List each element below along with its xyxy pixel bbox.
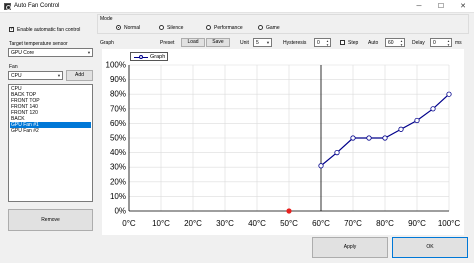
- hysteresis-value: 0: [317, 40, 320, 46]
- fan-curve-point[interactable]: [382, 135, 388, 141]
- x-tick-label: 90°C: [408, 219, 426, 228]
- target-sensor-label: Target temperature sensor: [9, 41, 68, 47]
- mode-radio-silence[interactable]: [159, 25, 164, 30]
- delay-value: 0: [433, 40, 436, 46]
- mode-radio-label: Game: [266, 25, 280, 31]
- fan-curve-point[interactable]: [430, 106, 436, 112]
- hysteresis-stepper[interactable]: 0 ▲ ▼: [314, 38, 331, 47]
- auto-label: Auto: [368, 40, 379, 46]
- y-tick-label: 10%: [110, 192, 126, 201]
- auto-stepper[interactable]: 60 ▲ ▼: [385, 38, 405, 47]
- fan-curve-point[interactable]: [334, 150, 340, 156]
- fan-curve-chart-area[interactable]: 0% 10% 20% 30% 40% 50% 60% 70% 80% 90% 100% 0°C 10°C…: [102, 49, 464, 235]
- ok-button[interactable]: OK: [392, 237, 468, 258]
- unit-dropdown[interactable]: 5 ▼: [253, 38, 272, 47]
- fan-curve-point[interactable]: [366, 135, 372, 141]
- y-tick-label: 0%: [114, 207, 126, 216]
- y-tick-label: 30%: [110, 163, 126, 172]
- preset-label: Preset: [160, 40, 175, 46]
- legend-marker-swatch: [139, 55, 143, 59]
- chevron-down-icon: ▼: [87, 50, 91, 55]
- fan-select-value: CPU: [11, 73, 22, 79]
- fan-select-dropdown[interactable]: CPU ▼: [8, 71, 63, 80]
- y-tick-label: 80%: [110, 90, 126, 99]
- auto-value: 60: [388, 40, 394, 46]
- chevron-down-icon: ▼: [266, 40, 270, 45]
- enable-auto-control-checkbox[interactable]: [9, 26, 14, 33]
- chart-legend: Graph: [130, 52, 168, 61]
- mode-radio-performance[interactable]: [206, 25, 211, 30]
- fan-curve-point[interactable]: [350, 135, 356, 141]
- x-tick-label: 30°C: [216, 219, 234, 228]
- add-fan-button[interactable]: Add: [66, 70, 93, 81]
- mode-radio-label: Performance: [214, 25, 243, 31]
- maximize-icon[interactable]: ☐: [430, 0, 452, 13]
- enable-auto-control-label: Enable automatic fan control: [17, 27, 81, 33]
- y-tick-label: 70%: [110, 104, 126, 113]
- mode-radio-game[interactable]: [258, 25, 263, 30]
- delay-unit-label: ms: [455, 40, 462, 46]
- mode-radio-label: Silence: [167, 25, 184, 31]
- apply-button[interactable]: Apply: [312, 237, 388, 258]
- y-tick-label: 40%: [110, 148, 126, 157]
- y-tick-label: 20%: [110, 177, 126, 186]
- fan-curve-point[interactable]: [414, 117, 420, 124]
- legend-label: Graph: [150, 54, 166, 60]
- window-title: Auto Fan Control: [14, 3, 60, 9]
- fan-curve-chart[interactable]: 0% 10% 20% 30% 40% 50% 60% 70% 80% 90% 100% 0°C 10°C…: [102, 49, 464, 235]
- save-preset-button[interactable]: Save: [206, 38, 230, 47]
- x-tick-label: 10°C: [152, 219, 170, 228]
- y-tick-label: 50%: [110, 134, 126, 143]
- y-tick-label: 60%: [110, 119, 126, 128]
- mode-radio-normal[interactable]: [116, 25, 121, 30]
- x-tick-label: 60°C: [312, 219, 330, 228]
- chevron-down-icon: ▼: [57, 73, 61, 78]
- mode-group: [97, 14, 469, 34]
- fan-list-item[interactable]: GPU Fan #2: [10, 128, 91, 134]
- x-tick-label: 40°C: [248, 219, 266, 228]
- x-tick-label: 0°C: [122, 219, 136, 228]
- minimize-icon[interactable]: ─: [408, 0, 430, 13]
- load-preset-button[interactable]: Load: [181, 38, 205, 47]
- x-tick-label: 70°C: [344, 219, 362, 228]
- step-checkbox[interactable]: [340, 40, 345, 45]
- fan-label: Fan: [9, 64, 18, 70]
- title-bar: Auto Fan Control ─ ☐ ✕: [0, 0, 474, 13]
- stepper-arrows-icon: ▲ ▼: [400, 39, 403, 47]
- fan-curve-point[interactable]: [318, 163, 324, 169]
- fan-list[interactable]: CPU BACK TOP FRONT TOP FRONT 140 FRONT 120 BA…: [8, 84, 93, 202]
- remove-fan-button[interactable]: Remove: [8, 209, 93, 231]
- delay-stepper[interactable]: 0 ▲ ▼: [430, 38, 452, 47]
- stepper-arrows-icon: ▲ ▼: [447, 39, 450, 47]
- current-temperature-marker: [286, 208, 292, 214]
- stepper-arrows-icon: ▲ ▼: [326, 39, 329, 47]
- target-sensor-dropdown[interactable]: GPU Core ▼: [8, 48, 93, 57]
- x-tick-label: 80°C: [376, 219, 394, 228]
- step-label: Step: [348, 40, 359, 46]
- fan-curve-point[interactable]: [446, 91, 452, 97]
- y-tick-label: 90%: [110, 75, 126, 84]
- hysteresis-label: Hysteresis: [283, 40, 307, 46]
- x-tick-label: 50°C: [280, 219, 298, 228]
- x-tick-label: 100°C: [438, 219, 461, 228]
- app-icon: [4, 3, 11, 10]
- y-tick-label: 100%: [106, 61, 126, 70]
- unit-label: Unit: [240, 40, 249, 46]
- fan-curve-point[interactable]: [398, 126, 404, 132]
- delay-label: Delay: [412, 40, 425, 46]
- target-sensor-value: GPU Core: [11, 50, 35, 56]
- x-tick-label: 20°C: [184, 219, 202, 228]
- graph-label: Graph: [100, 40, 114, 46]
- unit-value: 5: [256, 40, 259, 46]
- mode-radio-label: Normal: [124, 25, 141, 31]
- close-icon[interactable]: ✕: [452, 0, 474, 13]
